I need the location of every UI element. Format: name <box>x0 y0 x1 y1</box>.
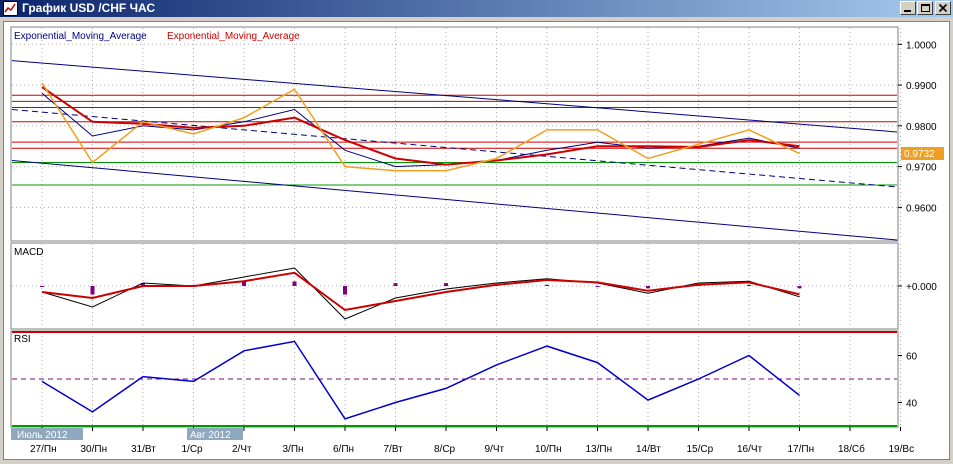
x-tick-label: 9/Чт <box>485 444 505 455</box>
title-bar[interactable]: График USD /CHF ЧАС <box>0 0 953 17</box>
legend-ema-2: Exponential_Moving_Average <box>167 31 300 42</box>
macd-histogram-bar <box>292 281 297 286</box>
x-tick-label: 8/Ср <box>434 444 456 455</box>
macd-histogram-bar <box>797 286 802 289</box>
macd-histogram-bar <box>545 284 549 286</box>
macd-histogram-bar <box>747 284 751 286</box>
month-label-2: Авг 2012 <box>190 430 231 441</box>
x-tick-label: 27/Пн <box>30 444 57 455</box>
x-tick-label: 14/Вт <box>636 444 661 455</box>
close-button[interactable] <box>935 1 951 15</box>
chart-area[interactable]: 27/Пн 30/Пн 31/Вт 1/Ср 2/Чт 3/Пн 6/Пн 7/Вт 8/Ср 9… <box>3 21 950 460</box>
x-tick-label: 3/Пн <box>283 444 304 455</box>
rsi-tick-label: 60 <box>906 352 918 363</box>
macd-histogram-bar <box>393 283 398 286</box>
x-tick-label: 7/Вт <box>384 444 404 455</box>
x-tick-label: 2/Чт <box>232 444 252 455</box>
x-tick-label: 18/Сб <box>838 443 865 455</box>
x-tick-label: 15/Ср <box>687 444 714 455</box>
x-tick-label: 13/Пн <box>586 444 613 455</box>
y-tick-label: 0.9800 <box>906 122 937 133</box>
price-tag-text: 0.9732 <box>904 149 935 160</box>
x-tick-label: 1/Ср <box>182 444 204 455</box>
legend-ema-1: Exponential_Moving_Average <box>14 31 147 42</box>
close-icon <box>938 3 948 13</box>
macd-label: MACD <box>14 247 43 258</box>
maximize-icon <box>921 4 930 12</box>
x-tick-label: 30/Пн <box>81 444 108 455</box>
macd-histogram-bar <box>595 286 600 287</box>
macd-histogram-bar <box>40 286 44 287</box>
macd-histogram-bar <box>646 286 650 289</box>
chart-canvas[interactable]: 27/Пн 30/Пн 31/Вт 1/Ср 2/Чт 3/Пн 6/Пн 7/Вт 8/Ср 9… <box>4 22 949 459</box>
minimize-icon <box>904 10 911 12</box>
x-tick-label: 17/Пн <box>788 444 815 455</box>
y-tick-label: 0.9600 <box>906 203 937 214</box>
x-tick-label: 6/Пн <box>333 444 354 455</box>
chart-app-icon <box>3 1 18 16</box>
macd-histogram-bar <box>90 286 95 295</box>
rsi-tick-label: 40 <box>906 399 918 410</box>
chart-window: График USD /CHF ЧАС 27/Пн 30/Пн 31/Вт 1/Ср 2… <box>0 0 953 463</box>
macd-histogram-bar <box>242 282 246 286</box>
minimize-button[interactable] <box>900 1 916 15</box>
y-tick-label: 0.9900 <box>906 81 937 92</box>
month-label-1: Июль 2012 <box>17 430 68 441</box>
macd-tick-label: +0.000 <box>906 282 937 293</box>
x-tick-label: 10/Пн <box>535 444 562 455</box>
x-tick-label: 16/Чт <box>737 444 763 455</box>
window-title: График USD /CHF ЧАС <box>22 1 156 15</box>
macd-histogram-bar <box>343 286 347 295</box>
y-tick-label: 0.9700 <box>906 163 937 174</box>
main-panel-frame <box>10 26 899 242</box>
y-tick-label: 1.0000 <box>906 40 937 51</box>
maximize-button[interactable] <box>917 1 933 15</box>
x-tick-label: 31/Вт <box>131 444 156 455</box>
rsi-label: RSI <box>14 334 31 345</box>
macd-histogram-bar <box>444 283 448 286</box>
x-tick-label: 19/Вс <box>889 444 915 455</box>
